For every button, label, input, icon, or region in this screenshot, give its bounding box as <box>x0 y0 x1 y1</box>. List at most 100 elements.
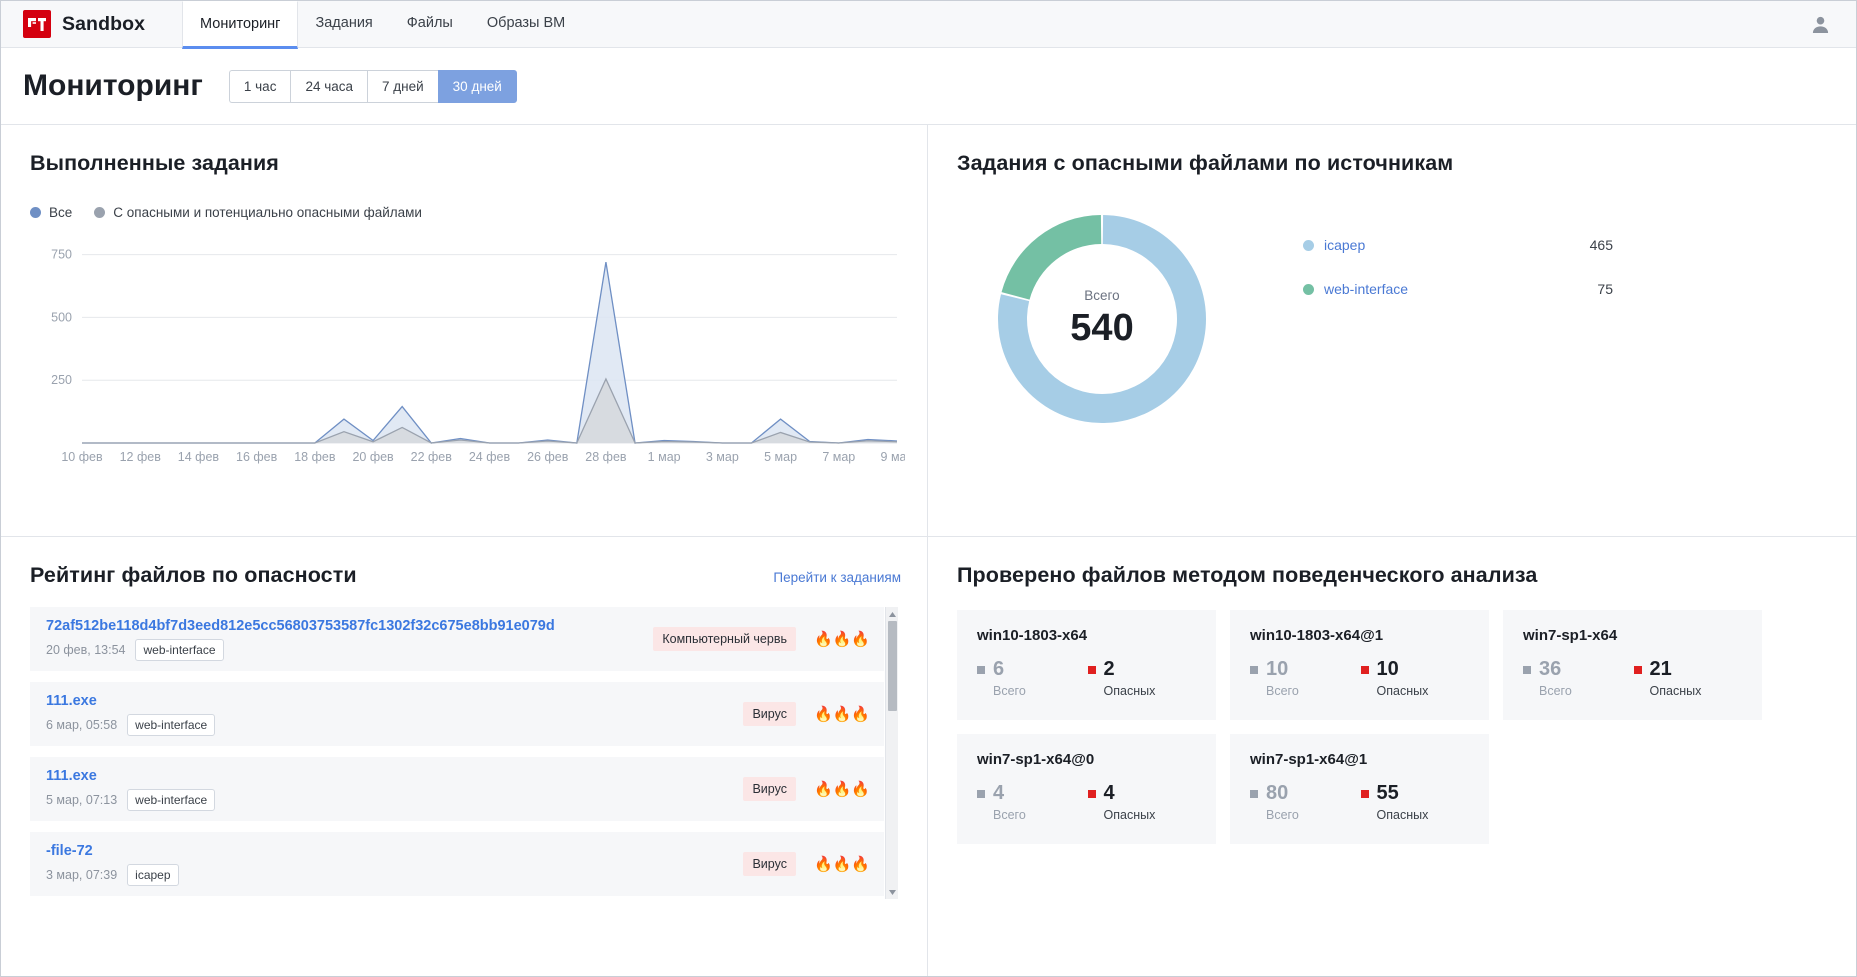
danger-level-fire-icon: 🔥🔥🔥 <box>814 632 870 647</box>
vm-danger-stat: 2 Опасных <box>1088 658 1199 698</box>
vm-total-stat: 6 Всего <box>977 658 1088 698</box>
vm-danger-stat: 4 Опасных <box>1088 782 1199 822</box>
vm-cards-grid: win10-1803-x64 6 Всего 2 <box>957 610 1830 844</box>
vm-total-label: Всего <box>1250 808 1361 822</box>
nav-item-files[interactable]: Файлы <box>390 1 470 47</box>
list-scrollbar[interactable] <box>885 607 898 899</box>
vm-card[interactable]: win7-sp1-x64 36 Всего 21 <box>1503 610 1762 720</box>
nav-item-tasks[interactable]: Задания <box>298 1 389 47</box>
completed-tasks-legend: Все С опасными и потенциально опасными ф… <box>30 205 901 220</box>
row-meta: 6 мар, 05:58 web-interface <box>46 714 215 736</box>
vm-total-value-row: 36 <box>1523 658 1634 681</box>
vm-name: win7-sp1-x64@1 <box>1250 751 1471 768</box>
file-name-link[interactable]: 72af512be118d4bf7d3eed812e5cc56803753587… <box>46 618 555 634</box>
svg-text:12 фев: 12 фев <box>120 450 162 464</box>
legend-dot-web-interface <box>1303 284 1314 295</box>
vm-name: win7-sp1-x64 <box>1523 627 1744 644</box>
vm-total-label: Всего <box>1250 684 1361 698</box>
table-row[interactable]: -file-72 3 мар, 07:39 icapep Вирус 🔥🔥🔥 <box>30 832 884 896</box>
top-navigation-bar: Sandbox Мониторинг Задания Файлы Образы … <box>1 1 1856 48</box>
file-timestamp: 20 фев, 13:54 <box>46 643 125 657</box>
sources-donut-chart: Всего 540 <box>977 194 1227 444</box>
main-nav: Мониторинг Задания Файлы Образы ВМ <box>182 1 582 47</box>
file-name-link[interactable]: 111.exe <box>46 693 215 709</box>
total-marker-icon <box>977 666 985 674</box>
donut-total-label: Всего <box>1084 288 1119 303</box>
svg-text:14 фев: 14 фев <box>178 450 220 464</box>
table-row[interactable]: 72af512be118d4bf7d3eed812e5cc56803753587… <box>30 607 884 671</box>
row-meta: 20 фев, 13:54 web-interface <box>46 639 555 661</box>
scroll-down-arrow-icon[interactable] <box>886 885 898 899</box>
vm-danger-value: 4 <box>1104 782 1115 805</box>
vm-danger-label: Опасных <box>1088 684 1199 698</box>
range-button-7d[interactable]: 7 дней <box>367 70 438 103</box>
legend-item-all[interactable]: Все <box>30 205 72 220</box>
file-rating-header: Рейтинг файлов по опасности Перейти к за… <box>30 563 901 588</box>
source-legend-row[interactable]: icapep 465 <box>1303 223 1613 267</box>
legend-label-web-interface[interactable]: web-interface <box>1324 281 1408 297</box>
sources-title: Задания с опасными файлами по источникам <box>957 151 1830 176</box>
user-account-icon[interactable] <box>1785 1 1856 47</box>
vm-total-stat: 36 Всего <box>1523 658 1634 698</box>
brand-name: Sandbox <box>62 13 145 36</box>
legend-label-icapep[interactable]: icapep <box>1324 237 1365 253</box>
vm-danger-label: Опасных <box>1361 808 1472 822</box>
sources-content: Всего 540 icapep 465 web-interface 75 <box>957 194 1830 444</box>
file-name-link[interactable]: 111.exe <box>46 768 215 784</box>
dashboard-grid: Выполненные задания Все С опасными и пот… <box>1 125 1856 976</box>
row-right: Вирус 🔥🔥🔥 <box>743 852 870 876</box>
vm-name: win10-1803-x64@1 <box>1250 627 1471 644</box>
vm-total-stat: 4 Всего <box>977 782 1088 822</box>
time-range-selector: 1 час 24 часа 7 дней 30 дней <box>229 70 517 103</box>
danger-level-fire-icon: 🔥🔥🔥 <box>814 782 870 797</box>
vm-card[interactable]: win7-sp1-x64@0 4 Всего 4 <box>957 734 1216 844</box>
file-name-link[interactable]: -file-72 <box>46 843 179 859</box>
panel-behavior-analysis: Проверено файлов методом поведенческого … <box>928 537 1856 976</box>
svg-text:10 фев: 10 фев <box>61 450 103 464</box>
page-header: Мониторинг 1 час 24 часа 7 дней 30 дней <box>1 48 1856 125</box>
vm-total-stat: 80 Всего <box>1250 782 1361 822</box>
vm-total-value-row: 4 <box>977 782 1088 805</box>
vm-card[interactable]: win10-1803-x64@1 10 Всего <box>1230 610 1489 720</box>
vm-danger-value-row: 21 <box>1634 658 1745 681</box>
legend-label-all: Все <box>49 205 72 220</box>
vm-name: win7-sp1-x64@0 <box>977 751 1198 768</box>
go-to-tasks-link[interactable]: Перейти к заданиям <box>773 570 901 585</box>
range-button-24h[interactable]: 24 часа <box>290 70 367 103</box>
vm-stats: 80 Всего 55 Опасных <box>1250 782 1471 822</box>
vm-stats: 6 Всего 2 Опасных <box>977 658 1198 698</box>
panel-completed-tasks: Выполненные задания Все С опасными и пот… <box>1 125 928 537</box>
panel-file-rating: Рейтинг файлов по опасности Перейти к за… <box>1 537 928 976</box>
svg-text:22 фев: 22 фев <box>411 450 453 464</box>
danger-marker-icon <box>1361 790 1369 798</box>
source-chip: web-interface <box>127 714 215 736</box>
scrollbar-thumb[interactable] <box>888 621 897 711</box>
vm-total-value-row: 6 <box>977 658 1088 681</box>
table-row[interactable]: 111.exe 5 мар, 07:13 web-interface Вирус… <box>30 757 884 821</box>
pt-logo-icon <box>23 10 51 38</box>
scroll-up-arrow-icon[interactable] <box>886 607 898 621</box>
completed-tasks-title: Выполненные задания <box>30 151 901 176</box>
row-right: Компьютерный червь 🔥🔥🔥 <box>653 627 870 651</box>
vm-stats: 36 Всего 21 Опасных <box>1523 658 1744 698</box>
legend-value-web-interface: 75 <box>1597 281 1613 297</box>
table-row[interactable]: 111.exe 6 мар, 05:58 web-interface Вирус… <box>30 682 884 746</box>
svg-text:16 фев: 16 фев <box>236 450 278 464</box>
legend-value-icapep: 465 <box>1590 237 1613 253</box>
range-button-30d[interactable]: 30 дней <box>438 70 517 103</box>
range-button-1h[interactable]: 1 час <box>229 70 291 103</box>
nav-item-monitoring[interactable]: Мониторинг <box>182 1 298 49</box>
svg-text:5 мар: 5 мар <box>764 450 797 464</box>
vm-danger-stat: 55 Опасных <box>1361 782 1472 822</box>
vm-card[interactable]: win7-sp1-x64@1 80 Всего 5 <box>1230 734 1489 844</box>
source-legend-row[interactable]: web-interface 75 <box>1303 267 1613 311</box>
vm-total-value: 4 <box>993 782 1004 805</box>
vm-card[interactable]: win10-1803-x64 6 Всего 2 <box>957 610 1216 720</box>
svg-text:750: 750 <box>51 248 72 262</box>
nav-item-vm-images[interactable]: Образы ВМ <box>470 1 582 47</box>
vm-danger-value: 21 <box>1650 658 1672 681</box>
vm-danger-value-row: 2 <box>1088 658 1199 681</box>
svg-text:24 фев: 24 фев <box>469 450 511 464</box>
legend-item-dangerous[interactable]: С опасными и потенциально опасными файла… <box>94 205 422 220</box>
row-meta: 5 мар, 07:13 web-interface <box>46 789 215 811</box>
